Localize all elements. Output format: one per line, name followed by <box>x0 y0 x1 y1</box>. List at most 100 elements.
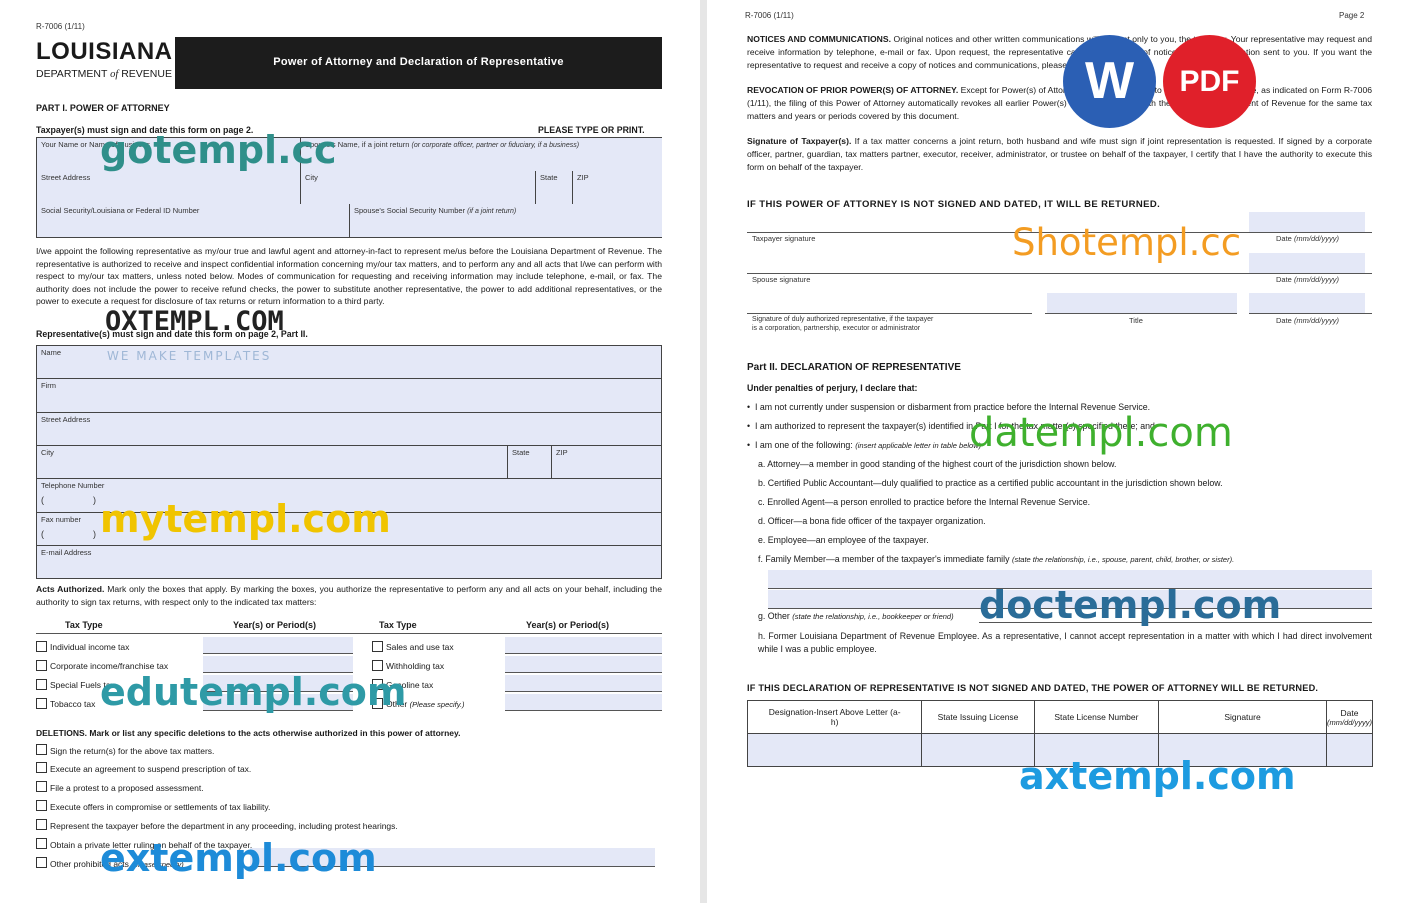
tax-type-header-left: Tax Type <box>65 620 103 630</box>
rep-street-field[interactable]: Street Address <box>37 413 661 446</box>
checkbox-deletion[interactable] <box>36 744 47 755</box>
deletion-item: Execute an agreement to suspend prescrip… <box>50 764 252 774</box>
appointment-paragraph: I/we appoint the following representativ… <box>36 246 662 307</box>
watermark-oxtempl-sub: WE MAKE TEMPLATES <box>107 349 272 363</box>
checkbox-deletion[interactable] <box>36 819 47 830</box>
deletion-item: Sign the return(s) for the above tax mat… <box>50 746 215 756</box>
spouse-date-label: Date (mm/dd/yyyy) <box>1276 275 1339 284</box>
spouse-signature-line <box>747 273 1372 274</box>
spouse-name-field[interactable]: Spouse's Name, if a joint return (or cor… <box>300 138 662 172</box>
checkbox-deletion[interactable] <box>36 800 47 811</box>
rep-zip-field[interactable]: ZIP <box>551 446 661 479</box>
tax-left-item: Tobacco tax <box>50 699 96 709</box>
spouse-ssn-field[interactable]: Spouse's Social Security Number (if a jo… <box>349 204 662 238</box>
signature-paragraph: Signature of Taxpayer(s). If a tax matte… <box>747 136 1373 172</box>
notices-paragraph: NOTICES AND COMMUNICATIONS. Original not… <box>747 34 1372 70</box>
taxpayer-date-field[interactable] <box>1249 212 1365 232</box>
part2-heading: Part II. DECLARATION OF REPRESENTATIVE <box>747 362 961 373</box>
years-header-right: Year(s) or Period(s) <box>526 620 610 630</box>
watermark-mytempl: mytempl.com <box>100 497 391 541</box>
acts-authorized-paragraph: Acts Authorized. Mark only the boxes tha… <box>36 584 662 607</box>
zip-field[interactable]: ZIP <box>572 171 662 205</box>
tax-type-header-right: Tax Type <box>379 620 417 630</box>
title-label: Title <box>1129 316 1143 325</box>
declaration-bullet: • I am one of the following: (insert app… <box>747 440 982 450</box>
years-field-right[interactable] <box>505 694 662 711</box>
watermark-edutempl: edutempl.com <box>100 670 407 714</box>
letter-item: b. Certified Public Accountant—duly qual… <box>758 478 1223 488</box>
table-header-signature: Signature <box>1158 700 1327 734</box>
rep-firm-field[interactable]: Firm <box>37 379 661 413</box>
ldr-logo: LOUISIANA DEPARTMENT of REVENUE <box>36 38 176 88</box>
title-field[interactable] <box>1047 293 1237 313</box>
street-address-field[interactable]: Street Address <box>36 171 301 205</box>
letter-item: c. Enrolled Agent—a person enrolled to p… <box>758 497 1091 507</box>
city-field[interactable]: City <box>300 171 536 205</box>
checkbox-deletion[interactable] <box>36 781 47 792</box>
years-field-right[interactable] <box>505 637 662 654</box>
checkbox-special-fuels[interactable] <box>36 679 47 690</box>
rep-signature-label-2: is a corporation, partnership, executor … <box>752 325 921 332</box>
letter-item: d. Officer—a bona fide officer of the ta… <box>758 516 986 526</box>
checkbox-individual-income[interactable] <box>36 641 47 652</box>
perjury-statement: Under penalties of perjury, I declare th… <box>747 383 918 393</box>
revocation-paragraph: REVOCATION OF PRIOR POWER(S) OF ATTORNEY… <box>747 85 1373 121</box>
logo-line2: DEPARTMENT of REVENUE <box>36 68 172 80</box>
watermark-gotempl: gotempl.cc <box>100 128 337 172</box>
rep-date-field[interactable] <box>1249 293 1365 313</box>
page-number: Page 2 <box>1339 11 1365 20</box>
type-or-print-note: PLEASE TYPE OR PRINT. <box>538 125 645 135</box>
deletion-item: File a protest to a proposed assessment. <box>50 783 204 793</box>
word-icon: W <box>1084 52 1135 110</box>
checkbox-sales-use[interactable] <box>372 641 383 652</box>
watermark-axtempl: axtempl.com <box>1019 754 1296 798</box>
letter-item: g. Other (state the relationship, i.e., … <box>758 611 954 621</box>
state-field[interactable]: State <box>535 171 573 205</box>
declaration-warning: IF THIS DECLARATION OF REPRESENTATIVE IS… <box>747 683 1319 693</box>
word-badge[interactable]: W <box>1063 35 1156 128</box>
not-signed-warning: IF THIS POWER OF ATTORNEY IS NOT SIGNED … <box>747 199 1161 210</box>
letter-item: e. Employee—an employee of the taxpayer. <box>758 535 929 545</box>
checkbox-corporate-income[interactable] <box>36 660 47 671</box>
title-line <box>1045 313 1237 314</box>
rep-email-field[interactable]: E-mail Address <box>37 546 661 578</box>
checkbox-deletion[interactable] <box>36 838 47 849</box>
table-header-designation: Designation-Insert Above Letter (a-h) <box>746 700 923 734</box>
page-gap <box>700 0 707 903</box>
form-id: R-7006 (1/11) <box>36 22 85 31</box>
rep-city-field[interactable]: City <box>37 446 507 479</box>
watermark-shotempl: Shotempl.cc <box>1012 221 1242 264</box>
pdf-icon: PDF <box>1179 65 1240 98</box>
spouse-date-field[interactable] <box>1249 253 1365 273</box>
form-id-page2: R-7006 (1/11) <box>745 11 794 20</box>
rep-signature-label: Signature of duly authorized representat… <box>752 316 934 323</box>
rep-date-line <box>1249 313 1372 314</box>
watermark-extempl: extempl.com <box>100 836 377 880</box>
page-1: R-7006 (1/11) LOUISIANA DEPARTMENT of RE… <box>0 0 700 903</box>
checkbox-deletion[interactable] <box>36 857 47 868</box>
tax-header-rule <box>36 633 662 634</box>
deletion-item: Execute offers in compromise or settleme… <box>50 802 271 812</box>
rep-state-field[interactable]: State <box>507 446 552 479</box>
ssn-field[interactable]: Social Security/Louisiana or Federal ID … <box>36 204 350 238</box>
rep-signature-line <box>747 313 1032 314</box>
letter-item: a. Attorney—a member in good standing of… <box>758 459 1117 469</box>
checkbox-deletion[interactable] <box>36 762 47 773</box>
form-title: Power of Attorney and Declaration of Rep… <box>273 56 564 68</box>
page-2: R-7006 (1/11) Page 2 NOTICES AND COMMUNI… <box>707 0 1408 903</box>
state-issuing-input[interactable] <box>921 733 1035 767</box>
pdf-badge[interactable]: PDF <box>1163 35 1256 128</box>
watermark-oxtempl: OXTEMPL.COM <box>105 306 284 337</box>
years-field-left[interactable] <box>203 637 353 654</box>
watermark-doctempl: doctempl.com <box>979 583 1282 627</box>
table-header-license-number: State License Number <box>1033 700 1160 734</box>
taxpayer-signature-label: Taxpayer signature <box>752 234 816 243</box>
years-field-right[interactable] <box>505 675 662 692</box>
letter-item-h: h. Former Louisiana Department of Revenu… <box>758 631 1372 654</box>
spouse-signature-label: Spouse signature <box>752 275 811 284</box>
checkbox-tobacco[interactable] <box>36 698 47 709</box>
designation-input[interactable] <box>746 733 923 767</box>
deletions-heading: DELETIONS. Mark or list any specific del… <box>36 728 461 738</box>
years-field-right[interactable] <box>505 656 662 673</box>
date-input[interactable] <box>1326 733 1373 767</box>
